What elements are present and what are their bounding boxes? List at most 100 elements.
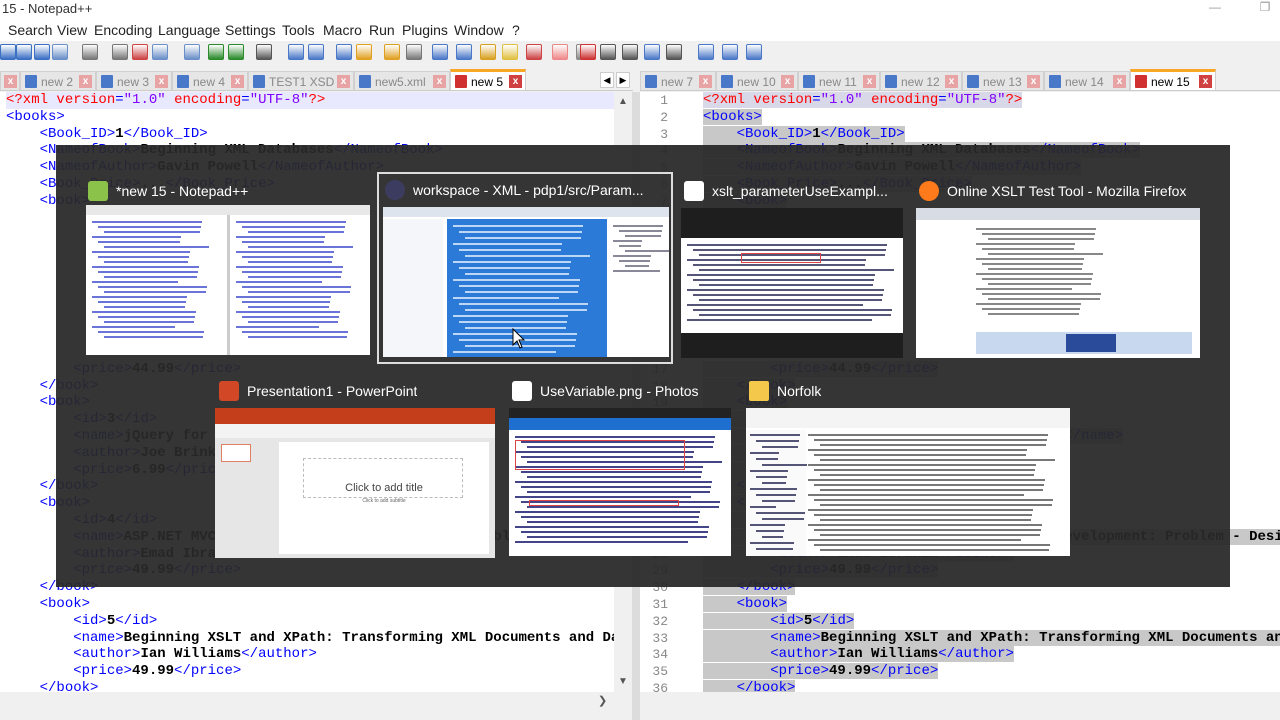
toolbar-button-icon[interactable]: [698, 44, 714, 60]
toolbar-button-icon[interactable]: [336, 44, 352, 60]
toolbar-button-icon[interactable]: [580, 44, 596, 60]
menu-language[interactable]: Language: [158, 22, 220, 38]
toolbar-button-icon[interactable]: [308, 44, 324, 60]
thumbnail-detail: [236, 251, 334, 253]
toolbar-button-icon[interactable]: [52, 44, 68, 60]
toolbar-button-icon[interactable]: [480, 44, 496, 60]
toolbar-button-icon[interactable]: [256, 44, 272, 60]
switcher-item-powerpoint[interactable]: Presentation1 - PowerPoint Click to add …: [213, 375, 497, 560]
thumbnail-detail: [613, 270, 660, 272]
close-icon[interactable]: x: [781, 75, 794, 88]
thumbnail-detail: [762, 446, 798, 448]
toolbar-button-icon[interactable]: [526, 44, 542, 60]
menu-view[interactable]: View: [57, 22, 87, 38]
close-icon[interactable]: x: [945, 75, 958, 88]
toolbar-button-icon[interactable]: [432, 44, 448, 60]
tab-test1-xsd[interactable]: TEST1 XSD x: [248, 71, 354, 90]
toolbar-button-icon[interactable]: [0, 44, 16, 60]
toolbar-button-icon[interactable]: [34, 44, 50, 60]
toolbar-button-icon[interactable]: [208, 44, 224, 60]
toolbar-button-icon[interactable]: [746, 44, 762, 60]
menu-plugins[interactable]: Plugins: [402, 22, 448, 38]
thumbnail-detail: [527, 536, 707, 538]
toolbar-button-icon[interactable]: [622, 44, 638, 60]
toolbar-button-icon[interactable]: [288, 44, 304, 60]
switcher-item-norfolk-folder[interactable]: Norfolk: [743, 375, 1073, 560]
close-icon[interactable]: x: [231, 75, 244, 88]
scroll-up-icon[interactable]: ▲: [618, 96, 628, 107]
switcher-item-photos-xslt[interactable]: xslt_parameterUseExampl...: [678, 175, 908, 360]
thumbnail-detail: [98, 331, 204, 333]
line-number: 33: [652, 630, 668, 646]
toolbar-button-icon[interactable]: [552, 44, 568, 60]
menu-encoding[interactable]: Encoding: [94, 22, 152, 38]
menu-window[interactable]: Window: [454, 22, 504, 38]
thumbnail-detail: [248, 291, 350, 293]
toolbar-button-icon[interactable]: [722, 44, 738, 60]
toolbar-button-icon[interactable]: [502, 44, 518, 60]
close-icon[interactable]: x: [509, 75, 522, 88]
toolbar-button-icon[interactable]: [406, 44, 422, 60]
thumbnail-detail: [453, 225, 583, 227]
thumbnail-detail: [693, 249, 886, 251]
switcher-item-firefox[interactable]: Online XSLT Test Tool - Mozilla Firefox: [913, 175, 1203, 360]
toolbar-button-icon[interactable]: [112, 44, 128, 60]
tab-new-7[interactable]: new 7x: [640, 71, 716, 90]
close-icon[interactable]: x: [699, 75, 712, 88]
tab-new-11[interactable]: new 11 x: [798, 71, 880, 90]
tab-partial[interactable]: x: [0, 71, 20, 90]
code-line: <books>: [6, 108, 65, 125]
left-horizontal-scrollbar[interactable]: ❯: [0, 692, 632, 710]
menu-tools[interactable]: Tools: [282, 22, 315, 38]
toolbar-button-icon[interactable]: [456, 44, 472, 60]
tab-new-12[interactable]: new 12 x: [880, 71, 962, 90]
toolbar-button-icon[interactable]: [384, 44, 400, 60]
close-icon[interactable]: x: [433, 75, 446, 88]
tab-new-5[interactable]: new 5x: [450, 69, 526, 90]
tab-new-10[interactable]: new 10 x: [716, 71, 798, 90]
scroll-down-icon[interactable]: ▼: [618, 676, 628, 687]
code-line: <?xml version="1.0" encoding="UTF-8"?>: [6, 92, 614, 109]
toolbar-button-icon[interactable]: [600, 44, 616, 60]
close-icon[interactable]: x: [155, 75, 168, 88]
toolbar-button-icon[interactable]: [184, 44, 200, 60]
tab-new-15[interactable]: new 15 x: [1130, 69, 1216, 90]
toolbar-button-icon[interactable]: [228, 44, 244, 60]
scroll-right-icon[interactable]: ❯: [598, 694, 607, 707]
tab-new-3[interactable]: new 3x: [96, 71, 172, 90]
menu-settings[interactable]: Settings: [225, 22, 276, 38]
menu-macro[interactable]: Macro: [323, 22, 362, 38]
toolbar-button-icon[interactable]: [356, 44, 372, 60]
tab-new-14[interactable]: new 14 x: [1044, 71, 1130, 90]
toolbar-button-icon[interactable]: [16, 44, 32, 60]
close-icon[interactable]: x: [863, 75, 876, 88]
toolbar-button-icon[interactable]: [82, 44, 98, 60]
tab-new-4[interactable]: new 4x: [172, 71, 248, 90]
close-icon[interactable]: x: [1199, 75, 1212, 88]
close-icon[interactable]: x: [1027, 75, 1040, 88]
tab-new-2[interactable]: new 2x: [20, 71, 96, 90]
toolbar-button-icon[interactable]: [644, 44, 660, 60]
menu-search[interactable]: Search: [8, 22, 52, 38]
tab-new-13[interactable]: new 13 x: [962, 71, 1044, 90]
switcher-item-notepadpp[interactable]: *new 15 - Notepad++: [82, 175, 372, 360]
close-icon[interactable]: x: [1113, 75, 1126, 88]
right-horizontal-scrollbar[interactable]: [640, 692, 1280, 710]
menu-help[interactable]: ?: [512, 22, 520, 38]
toolbar-button-icon[interactable]: [152, 44, 168, 60]
tab-scroll-left-icon[interactable]: ◀: [600, 72, 614, 88]
maximize-button[interactable]: ❐: [1250, 0, 1280, 16]
tab-new5-xml[interactable]: new5.xml x: [354, 71, 450, 90]
close-icon[interactable]: x: [79, 75, 92, 88]
thumbnail-detail: [92, 251, 190, 253]
switcher-item-photos-usevariable[interactable]: UseVariable.png - Photos: [506, 375, 734, 560]
menu-run[interactable]: Run: [369, 22, 395, 38]
toolbar-button-icon[interactable]: [666, 44, 682, 60]
minimize-button[interactable]: —: [1200, 0, 1230, 16]
close-icon[interactable]: x: [337, 75, 350, 88]
tab-scroll-right-icon[interactable]: ▶: [616, 72, 630, 88]
line-number: 31: [652, 597, 668, 612]
code-line: <name>Beginning XSLT and XPath: Transfor…: [73, 629, 614, 646]
toolbar-button-icon[interactable]: [132, 44, 148, 60]
line-number: 2: [660, 109, 668, 125]
